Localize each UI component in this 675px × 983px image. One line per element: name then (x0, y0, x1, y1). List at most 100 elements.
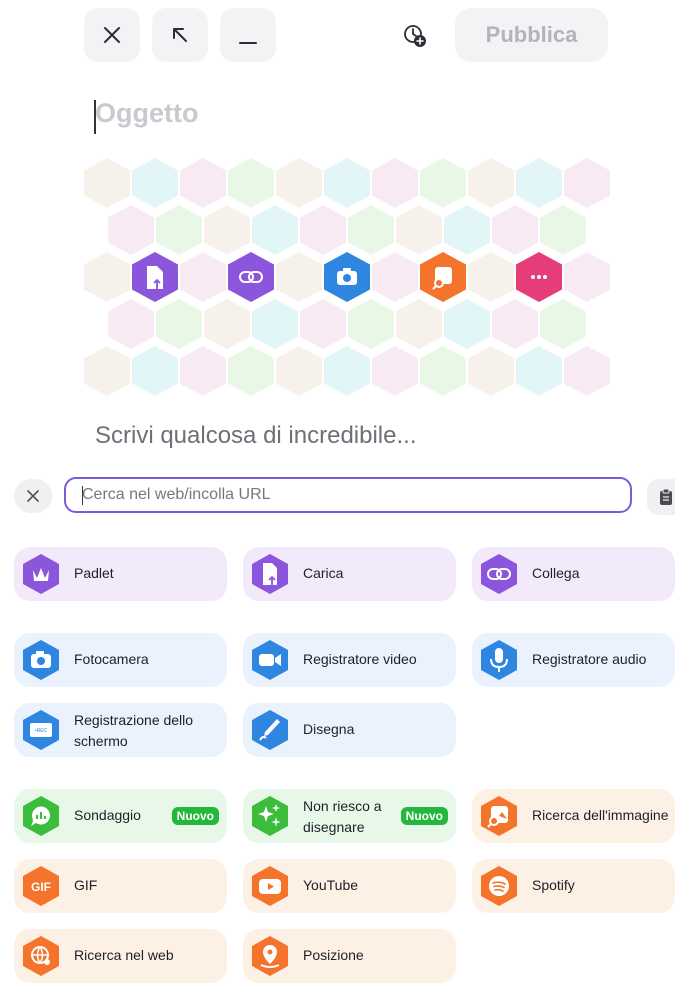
gif-icon: GIF (23, 866, 59, 906)
hex-cell (372, 252, 418, 302)
hex-cell (108, 205, 154, 255)
upload-icon[interactable] (132, 252, 178, 302)
svg-text:GIF: GIF (31, 880, 51, 894)
clock-plus-icon (404, 25, 426, 47)
video-icon (252, 640, 288, 680)
option-label: Carica (303, 565, 344, 581)
hex-cell (228, 346, 274, 396)
paste-button[interactable] (647, 479, 675, 515)
option-spotify[interactable]: Spotify (472, 859, 675, 913)
option-youtube[interactable]: YouTube (243, 859, 456, 913)
option-label: Disegna (303, 721, 355, 737)
hex-cell (180, 158, 226, 208)
option-image-search[interactable]: Ricerca dell'immagine (472, 789, 675, 843)
hex-cell (492, 299, 538, 349)
clear-search-button[interactable] (14, 479, 52, 513)
image-search-icon[interactable] (420, 252, 466, 302)
search-input[interactable] (66, 479, 630, 511)
option-location[interactable]: Posizione (243, 929, 456, 983)
option-web-search[interactable]: Ricerca nel web (14, 929, 227, 983)
hex-cell (468, 346, 514, 396)
hex-cell (252, 299, 298, 349)
option-draw[interactable]: Disegna (243, 703, 456, 757)
hex-cell (108, 299, 154, 349)
hex-cell (516, 158, 562, 208)
option-gif[interactable]: GIF GIF (14, 859, 227, 913)
hex-cell (204, 205, 250, 255)
svg-text:•REC: •REC (35, 728, 48, 734)
option-label: Spotify (532, 877, 575, 893)
minimize-button[interactable] (220, 8, 276, 62)
hex-cell (300, 205, 346, 255)
draw-icon (252, 710, 288, 750)
hex-cell (84, 346, 130, 396)
option-padlet[interactable]: Padlet (14, 547, 227, 601)
hex-cell (372, 346, 418, 396)
subject-input[interactable]: Oggetto (95, 98, 198, 129)
hex-cell (156, 205, 202, 255)
option-label: YouTube (303, 877, 359, 893)
option-label: Padlet (74, 565, 114, 581)
option-label: Registrazione dello schermo (74, 712, 194, 749)
hex-cell (348, 299, 394, 349)
hex-cell (564, 158, 610, 208)
hex-cell (444, 205, 490, 255)
option-audio-recorder[interactable]: Registratore audio (472, 633, 675, 687)
option-poll[interactable]: Sondaggio Nuovo (14, 789, 227, 843)
option-label: Posizione (303, 947, 364, 963)
more-icon[interactable] (516, 252, 562, 302)
option-camera[interactable]: Fotocamera (14, 633, 227, 687)
hex-cell (324, 346, 370, 396)
hex-cell (180, 346, 226, 396)
option-label: Ricerca dell'immagine (532, 807, 669, 823)
sparkle-icon (252, 796, 288, 836)
hex-cell (324, 158, 370, 208)
option-upload[interactable]: Carica (243, 547, 456, 601)
option-label: GIF (74, 877, 98, 893)
hex-cell (420, 158, 466, 208)
hex-cell (132, 158, 178, 208)
close-icon (104, 27, 120, 43)
expand-button[interactable] (152, 8, 208, 62)
upload-icon (252, 554, 288, 594)
spotify-icon (481, 866, 517, 906)
option-label: Registratore audio (532, 651, 647, 667)
close-button[interactable] (84, 8, 140, 62)
option-label: Non riesco a disegnare (303, 798, 382, 835)
option-label: Sondaggio (74, 807, 141, 823)
new-badge: Nuovo (171, 807, 219, 825)
hex-cell (84, 158, 130, 208)
new-badge: Nuovo (400, 807, 448, 825)
hex-cell (180, 252, 226, 302)
schedule-button[interactable] (403, 24, 427, 48)
web-search-icon (23, 936, 59, 976)
hex-cell (84, 252, 130, 302)
hex-cell (396, 205, 442, 255)
microphone-icon (481, 640, 517, 680)
arrow-up-left-icon (173, 28, 187, 42)
option-cant-draw[interactable]: Non riesco a disegnare Nuovo (243, 789, 456, 843)
hex-cell (420, 346, 466, 396)
option-label: Collega (532, 565, 580, 581)
search-field[interactable] (64, 477, 632, 513)
hex-cell (396, 299, 442, 349)
publish-button[interactable]: Pubblica (455, 8, 608, 62)
option-video-recorder[interactable]: Registratore video (243, 633, 456, 687)
option-link[interactable]: Collega (472, 547, 675, 601)
camera-icon[interactable] (324, 252, 370, 302)
body-input[interactable]: Scrivi qualcosa di incredibile... (95, 422, 416, 450)
link-icon[interactable] (228, 252, 274, 302)
minimize-icon (239, 42, 257, 44)
clipboard-icon (660, 488, 672, 505)
hex-cell (516, 346, 562, 396)
attachment-hex-area (84, 158, 610, 396)
hex-cell (300, 299, 346, 349)
location-icon (252, 936, 288, 976)
option-label: Fotocamera (74, 651, 149, 667)
option-screen-recording[interactable]: •REC Registrazione dello schermo (14, 703, 227, 757)
hex-cell (252, 205, 298, 255)
option-label: Registratore video (303, 651, 417, 667)
image-search-icon (481, 796, 517, 836)
youtube-icon (252, 866, 288, 906)
camera-icon (23, 640, 59, 680)
